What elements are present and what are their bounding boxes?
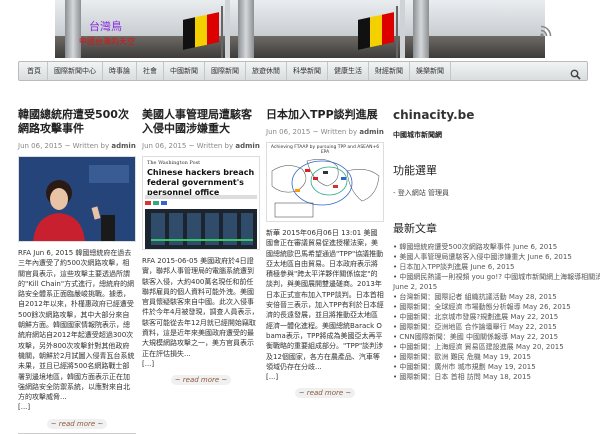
list-item[interactable]: • 台灣新聞：國際記者 組織抗議活動 May 28, 2015 <box>393 292 593 302</box>
read-more-link[interactable]: ~ read more ~ <box>47 418 107 429</box>
nav-item-9[interactable]: 財經新聞 <box>369 62 410 80</box>
post-meta: Jun 06, 2015 ~ Written by admin <box>266 128 384 136</box>
list-item[interactable]: • 國際新聞：亞洲地區 合作論壇舉行 May 22, 2015 <box>393 322 593 332</box>
post-author[interactable]: admin <box>359 128 383 136</box>
post-meta: Jun 06, 2015 ~ Written by admin <box>142 142 260 150</box>
excerpt-more[interactable]: [...] <box>18 403 30 411</box>
excerpt-more[interactable]: [...] <box>266 373 278 381</box>
nav-item-2[interactable]: 時事論 <box>103 62 137 80</box>
post-thumbnail[interactable] <box>18 156 136 242</box>
site-title[interactable]: 台灣鳥 <box>89 18 122 34</box>
post-meta: Jun 06, 2015 ~ Written by admin <box>18 142 136 150</box>
post-excerpt: RFA Jun 6, 2015 韓國總統府在過去三年內遭受了約500次網路攻擊，… <box>18 249 135 412</box>
post-card-3: 日本加入TPP談判進展 Jun 06, 2015 ~ Written by ad… <box>266 108 384 399</box>
nav-item-5[interactable]: 國際新聞 <box>205 62 246 80</box>
nav-item-4[interactable]: 中國新聞 <box>164 62 205 80</box>
read-more-link[interactable]: ~ read more ~ <box>295 388 355 399</box>
post-thumbnail[interactable]: The Washington Post Chinese hackers brea… <box>142 156 260 250</box>
banner-photo-1 <box>55 0 225 58</box>
login-link[interactable]: - 登入網站 管理員 <box>393 188 593 198</box>
search-icon[interactable] <box>570 65 581 84</box>
list-item[interactable]: June 2, 2015 <box>393 282 593 292</box>
sidebar-subtitle: 中國城市新聞網 <box>393 131 442 139</box>
sidebar-title[interactable]: chinacity.be <box>393 108 593 122</box>
post-title[interactable]: 日本加入TPP談判進展 <box>266 108 384 122</box>
post-excerpt: RFA 2015-06-05 美國政府於4日證實，聯邦人事管理局的電腦系統遭到駭… <box>142 257 259 368</box>
nav-item-7[interactable]: 科學新聞 <box>287 62 328 80</box>
list-item[interactable]: • 美國人事管理局遭駭客入侵中國涉嫌重大 June 6, 2015 <box>393 252 593 262</box>
recent-posts-list: • 韓國總統府遭受500次網路攻擊事件 June 6, 2015 • 美國人事管… <box>393 242 600 382</box>
list-item[interactable]: • 韓國總統府遭受500次網路攻擊事件 June 6, 2015 <box>393 242 593 252</box>
read-more-link[interactable]: ~ read more ~ <box>171 375 231 386</box>
nav-item-3[interactable]: 社會 <box>137 62 164 80</box>
post-title[interactable]: 美國人事管理局遭駭客入侵中國涉嫌重大 <box>142 108 260 136</box>
banner-photo-2 <box>230 0 400 58</box>
header-banner <box>55 0 545 58</box>
post-byline: ~ Written by <box>64 142 110 150</box>
list-item[interactable]: • 中國新聞：廣州市 城市規劃 May 19, 2015 <box>393 362 593 372</box>
post-card-2: 美國人事管理局遭駭客入侵中國涉嫌重大 Jun 06, 2015 ~ Writte… <box>142 108 260 386</box>
meta-widget-heading: 功能選單 <box>393 164 437 177</box>
post-date: Jun 06, 2015 <box>142 142 187 150</box>
sidebar: chinacity.be 中國城市新聞網 功能選單 - 登入網站 管理員 最新文… <box>393 108 600 382</box>
nav-item-home[interactable]: 首頁 <box>21 62 48 80</box>
banner-photo-3 <box>405 0 545 58</box>
post-excerpt: 新華 2015年06月06日 13:01 美國國會正在審議貿易促進授權法案，美國… <box>266 229 384 382</box>
list-item[interactable]: • 日本加入TPP談判進展 June 6, 2015 <box>393 262 593 272</box>
nav-item-1[interactable]: 國際新聞中心 <box>48 62 103 80</box>
post-card-1: 韓國總統府遭受500次網路攻擊事件 Jun 06, 2015 ~ Written… <box>18 108 136 434</box>
recent-posts-heading: 最新文章 <box>393 222 437 235</box>
nav-item-6[interactable]: 旅遊休閒 <box>246 62 287 80</box>
site-tagline: 中國台灣的天空 <box>79 37 135 46</box>
rss-icon[interactable] <box>540 22 552 41</box>
post-author[interactable]: admin <box>235 142 259 150</box>
main-navigation: 首頁 國際新聞中心 時事論 社會 中國新聞 國際新聞 旅遊休閒 科學新聞 健康生… <box>18 61 588 81</box>
image-masthead: The Washington Post <box>147 160 201 166</box>
nav-item-8[interactable]: 健康生活 <box>328 62 369 80</box>
post-author[interactable]: admin <box>111 142 135 150</box>
post-byline: ~ Written by <box>312 128 358 136</box>
post-date: Jun 06, 2015 <box>18 142 63 150</box>
list-item[interactable]: • 國際新聞：歐洲 難民 危機 May 19, 2015 <box>393 352 593 362</box>
list-item[interactable]: • 國際新聞：全球經濟 市場動態分析報導 May 26, 2015 <box>393 302 593 312</box>
list-item[interactable]: • 國際新聞：日本 首相 訪問 May 18, 2015 <box>393 372 593 382</box>
post-byline: ~ Written by <box>188 142 234 150</box>
list-item[interactable]: • CNN國際新聞：美國 中國關係報導 May 22, 2015 <box>393 332 593 342</box>
list-item[interactable]: • 中國網民熱議一則視頻 you go!? 中國城市新聞網上海報導相關消息 <box>393 272 600 282</box>
post-thumbnail[interactable]: Achieving FTAAP by pursuing TPP and ASEA… <box>266 142 384 222</box>
nav-item-10[interactable]: 娛樂新聞 <box>410 62 451 80</box>
post-title[interactable]: 韓國總統府遭受500次網路攻擊事件 <box>18 108 136 136</box>
post-date: Jun 06, 2015 <box>266 128 311 136</box>
excerpt-more[interactable]: [...] <box>142 360 154 368</box>
list-item[interactable]: • 中國新聞：北京城市發展?規劃進展 May 22, 2015 <box>393 312 593 322</box>
list-item[interactable]: • 中國新聞：上海經濟 貿易區建設進展 May 20, 2015 <box>393 342 593 352</box>
